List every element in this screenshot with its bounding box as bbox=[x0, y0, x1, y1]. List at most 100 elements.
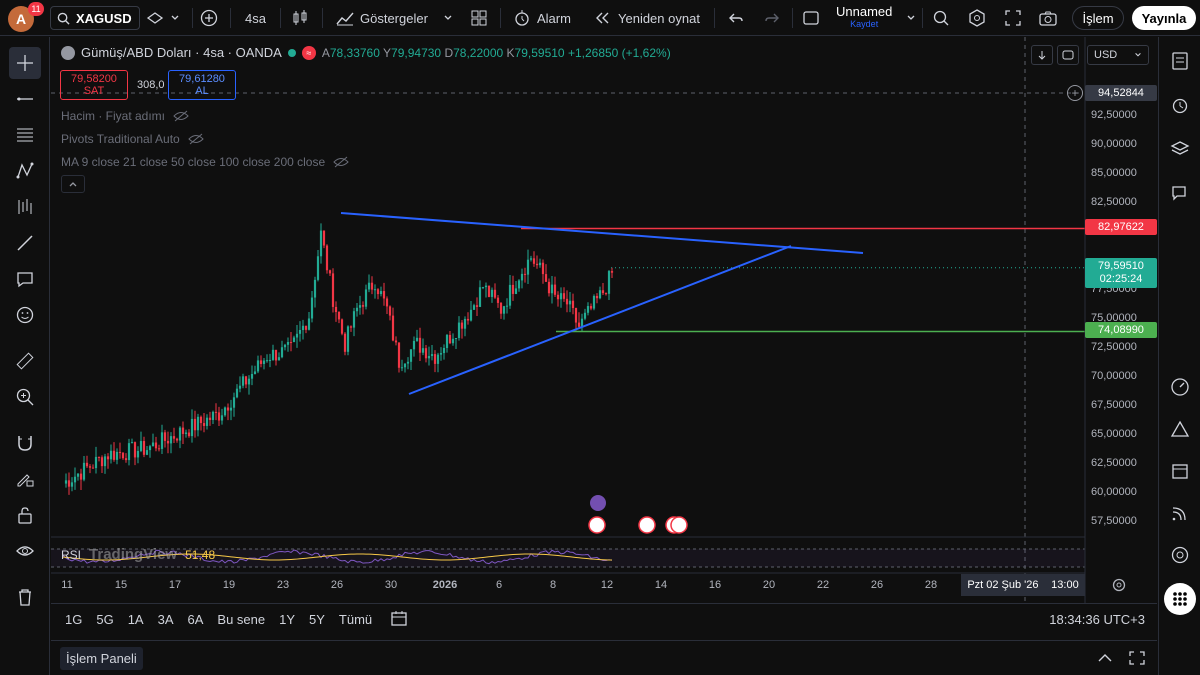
trading-panel-tab[interactable]: İşlem Paneli bbox=[60, 646, 143, 670]
candle-body bbox=[586, 306, 590, 313]
templates-button[interactable] bbox=[470, 0, 488, 36]
range-1y[interactable]: 1Y bbox=[279, 612, 295, 627]
candle-body bbox=[595, 295, 599, 299]
range-1d[interactable]: 1G bbox=[65, 612, 82, 627]
watchlist-button[interactable] bbox=[1164, 45, 1196, 77]
candle-body bbox=[403, 363, 407, 368]
range-3m[interactable]: 3A bbox=[158, 612, 174, 627]
candle-body bbox=[85, 462, 89, 467]
trade-button[interactable]: İşlem bbox=[1072, 6, 1124, 30]
candle-body bbox=[496, 297, 500, 303]
scroll-down-button[interactable] bbox=[1031, 45, 1053, 65]
clock-timezone[interactable]: 18:34:36 UTC+3 bbox=[1049, 612, 1145, 627]
interval-button[interactable]: 4sa bbox=[245, 0, 266, 36]
compare-button[interactable] bbox=[146, 0, 180, 36]
candle-body bbox=[151, 442, 155, 447]
range-6m[interactable]: 6A bbox=[188, 612, 204, 627]
brush-tool[interactable] bbox=[9, 227, 41, 259]
symbol-search[interactable]: XAGUSD bbox=[50, 6, 140, 30]
time-axis-label: 16 bbox=[708, 579, 722, 591]
range-5d[interactable]: 5G bbox=[96, 612, 113, 627]
icon-tool[interactable] bbox=[9, 299, 41, 331]
candle-body bbox=[100, 457, 104, 467]
object-tree-button[interactable] bbox=[1164, 133, 1196, 165]
settings-button[interactable] bbox=[968, 0, 986, 36]
alarm-clock-icon bbox=[515, 10, 529, 26]
eye-off-icon[interactable] bbox=[188, 133, 204, 145]
candle-body bbox=[460, 322, 464, 329]
publish-button[interactable]: Yayınla bbox=[1132, 6, 1196, 30]
zoom-tool[interactable] bbox=[9, 381, 41, 413]
range-all[interactable]: Tümü bbox=[339, 612, 372, 627]
ideas-button[interactable] bbox=[1164, 413, 1196, 445]
panel-expand-button[interactable] bbox=[1097, 651, 1113, 668]
time-axis-label: 30 bbox=[384, 579, 398, 591]
range-5y[interactable]: 5Y bbox=[309, 612, 325, 627]
quick-search-button[interactable] bbox=[932, 0, 950, 36]
undo-button[interactable] bbox=[728, 0, 744, 36]
candle-body bbox=[463, 318, 467, 329]
candle-body bbox=[181, 427, 185, 434]
range-ytd[interactable]: Bu sene bbox=[217, 612, 265, 627]
candle-body bbox=[121, 452, 125, 459]
calendar-button[interactable] bbox=[1164, 455, 1196, 487]
chats-button[interactable] bbox=[1164, 177, 1196, 209]
lock-drawings-tool[interactable] bbox=[9, 499, 41, 531]
line-icon bbox=[17, 97, 33, 101]
help-button[interactable] bbox=[1164, 539, 1196, 571]
candle-body bbox=[211, 411, 215, 420]
axis-settings-button[interactable] bbox=[1111, 577, 1127, 596]
range-1m[interactable]: 1A bbox=[128, 612, 144, 627]
products-button[interactable] bbox=[1164, 583, 1196, 615]
buy-button[interactable]: 79,61280 AL bbox=[168, 70, 236, 100]
candle-body bbox=[478, 287, 482, 307]
chart-pane[interactable]: Gümüş/ABD Doları · 4sa · OANDA ≈ A78,337… bbox=[51, 37, 1157, 637]
list-icon bbox=[1172, 52, 1188, 70]
add-symbol-button[interactable] bbox=[200, 0, 218, 36]
chart-type-button[interactable] bbox=[292, 0, 308, 36]
indicator-ma[interactable]: MA 9 close 21 close 50 close 100 close 2… bbox=[61, 155, 349, 169]
goto-date-button[interactable] bbox=[390, 609, 408, 630]
fullscreen-button[interactable] bbox=[1004, 0, 1022, 36]
indicators-button[interactable]: Göstergeler bbox=[336, 0, 428, 36]
alert-button[interactable]: Alarm bbox=[513, 0, 571, 36]
alerts-button[interactable] bbox=[1164, 89, 1196, 121]
panel-maximize-button[interactable] bbox=[1129, 651, 1145, 668]
indicator-volume[interactable]: Hacim · Fiyat adımı bbox=[61, 109, 189, 123]
collapse-legend-button[interactable] bbox=[61, 175, 85, 193]
crosshair-tool[interactable] bbox=[9, 47, 41, 79]
pattern-tool[interactable] bbox=[9, 155, 41, 187]
eye-off-icon[interactable] bbox=[173, 110, 189, 122]
redo-button[interactable] bbox=[764, 0, 780, 36]
price-chart[interactable] bbox=[51, 37, 1157, 603]
maximize-pane-button[interactable] bbox=[1057, 45, 1079, 65]
candle-body bbox=[427, 356, 431, 359]
bar-countdown: 02:25:24 bbox=[1099, 273, 1143, 285]
news-button[interactable] bbox=[1164, 497, 1196, 529]
trendline-tool[interactable] bbox=[9, 83, 41, 115]
measure-tool[interactable] bbox=[9, 345, 41, 377]
candle-body bbox=[280, 347, 284, 358]
fib-tool[interactable] bbox=[9, 119, 41, 151]
text-tool[interactable] bbox=[9, 263, 41, 295]
add-alert-plus-icon[interactable]: + bbox=[1067, 85, 1083, 101]
layout-button[interactable]: Unnamed Kaydet bbox=[802, 0, 916, 36]
hide-drawings-tool[interactable] bbox=[9, 535, 41, 567]
remove-drawings-tool[interactable] bbox=[9, 581, 41, 613]
currency-select[interactable]: USD bbox=[1087, 45, 1149, 65]
candle-body bbox=[544, 274, 548, 282]
projection-tool[interactable] bbox=[9, 191, 41, 223]
sell-button[interactable]: 79,58200 SAT bbox=[60, 70, 128, 100]
eye-off-icon[interactable] bbox=[333, 156, 349, 168]
replay-button[interactable]: Yeniden oynat bbox=[594, 0, 700, 36]
indicator-pivots[interactable]: Pivots Traditional Auto bbox=[61, 132, 204, 146]
candle-body bbox=[520, 273, 524, 281]
candle-body bbox=[310, 297, 314, 319]
snapshot-button[interactable] bbox=[1038, 0, 1058, 36]
stay-in-drawing-tool[interactable] bbox=[9, 463, 41, 495]
axis-controls bbox=[1031, 45, 1079, 65]
indicators-dropdown[interactable] bbox=[443, 0, 453, 36]
candle-body bbox=[202, 423, 206, 426]
magnet-tool[interactable] bbox=[9, 427, 41, 459]
hotlists-button[interactable] bbox=[1164, 371, 1196, 403]
